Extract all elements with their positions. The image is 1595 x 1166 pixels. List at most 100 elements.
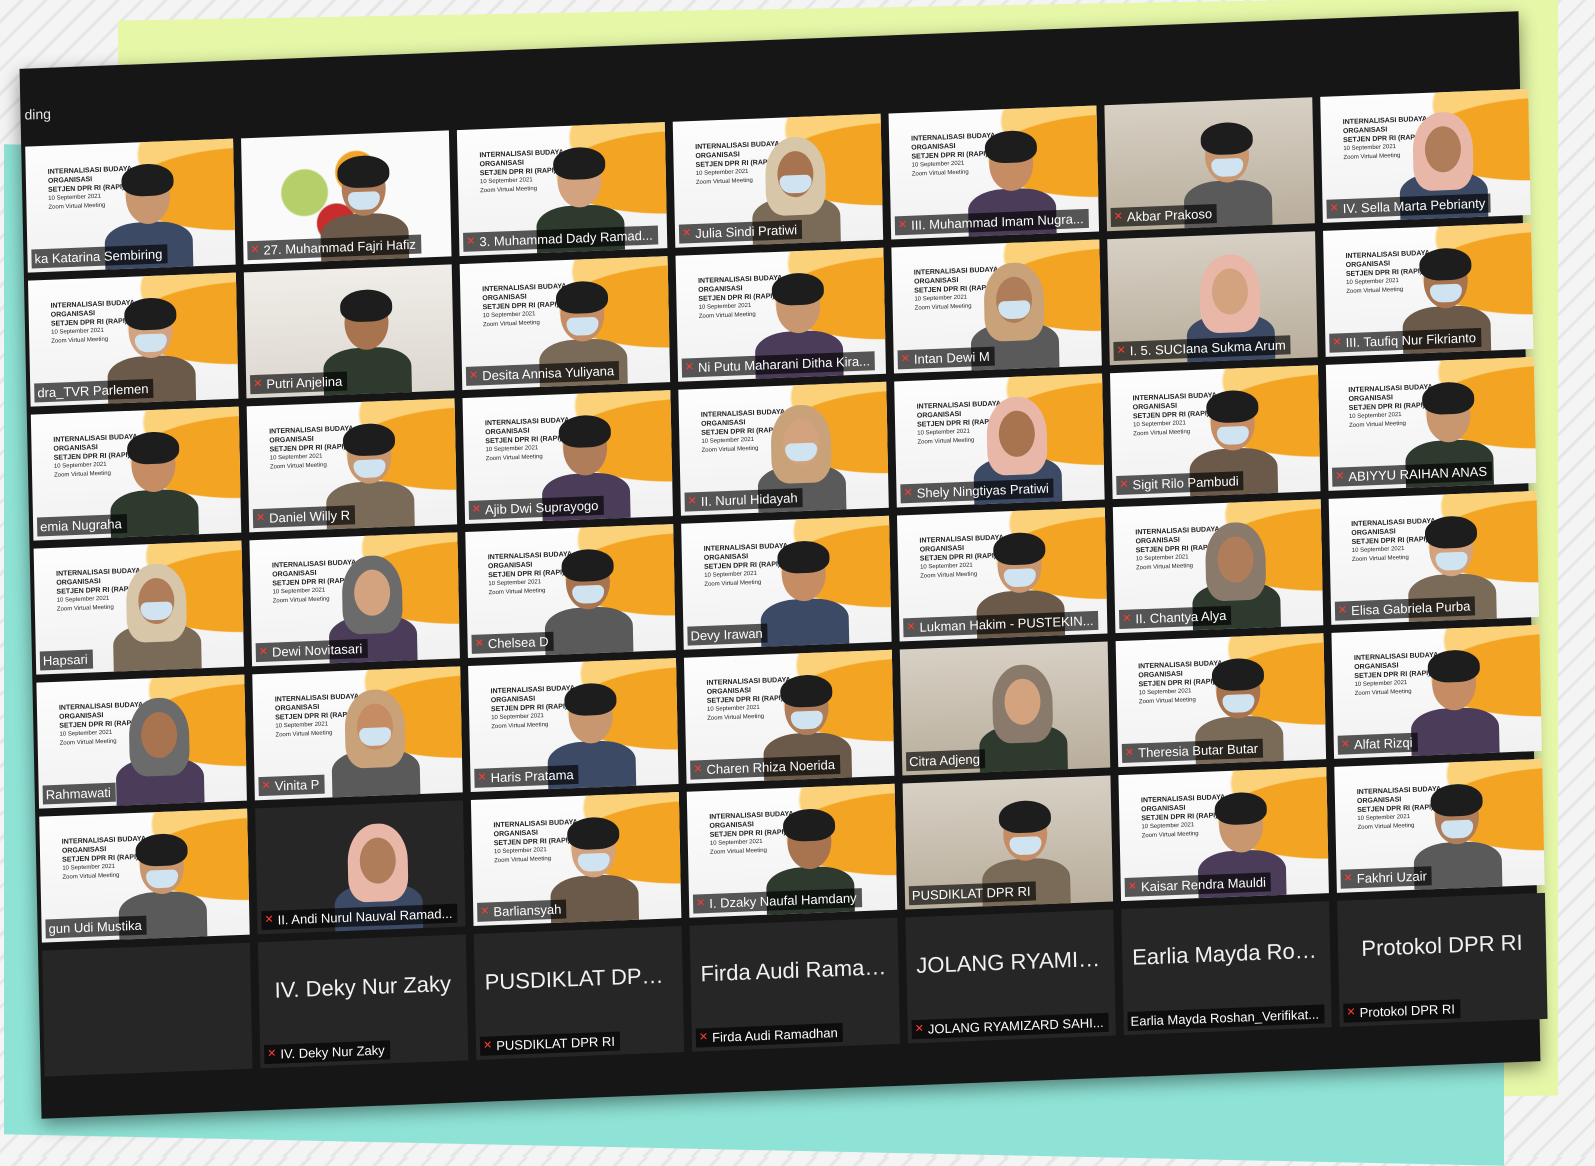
participant-name-text: Citra Adjeng — [908, 751, 981, 770]
participant-video-tile[interactable]: ✕ Putri Anjelina — [243, 264, 455, 399]
participant-name-text: 27. Muhammad Fajri Hafiz — [263, 236, 417, 258]
participant-video-tile[interactable]: INTERNALISASI BUDAYA ORGANISASI SETJEN DP… — [30, 406, 242, 541]
participant-video-tile[interactable]: INTERNALISASI BUDAYA ORGANISASI SETJEN DP… — [683, 649, 895, 784]
participant-name-text: Shely Ningtiyas Pratiwi — [916, 480, 1050, 501]
participant-video-tile[interactable]: INTERNALISASI BUDAYA ORGANISASI SETJEN DP… — [36, 674, 247, 809]
participant-name-text: I. 5. SUCIana Sukma Arum — [1129, 337, 1286, 359]
participant-video-tile[interactable]: INTERNALISASI BUDAYA ORGANISASI SETJEN DP… — [1328, 490, 1540, 625]
participant-video-tile[interactable]: INTERNALISASI BUDAYA ORGANISASI SETJEN DP… — [672, 113, 884, 248]
participant-video-tile[interactable]: INTERNALISASI BUDAYA ORGANISASI SETJEN DP… — [678, 381, 889, 516]
participant-name-text: Putri Anjelina — [266, 373, 343, 392]
participant-name-text: Desita Annisa Yuliyana — [482, 363, 615, 384]
mic-muted-icon: ✕ — [264, 913, 274, 927]
participant-name-text: Alfat Rizqi — [1353, 734, 1413, 753]
participant-video-tile[interactable]: INTERNALISASI BUDAYA ORGANISASI SETJEN DP… — [252, 666, 463, 801]
participant-video-tile[interactable]: INTERNALISASI BUDAYA ORGANISASI SETJEN DP… — [1110, 365, 1321, 500]
participant-video-tile[interactable]: INTERNALISASI BUDAYA ORGANISASI SETJEN DP… — [459, 256, 671, 391]
participant-video-tile[interactable]: INTERNALISASI BUDAYA ORGANISASI SETJEN DP… — [468, 658, 679, 793]
participant-tile-no-video[interactable]: Protokol DPR RI ✕ Protokol DPR RI — [1337, 892, 1548, 1027]
participant-video-tile[interactable]: INTERNALISASI BUDAYA ORGANISASI SETJEN DP… — [33, 540, 245, 675]
participant-name-text: Theresia Butar Butar — [1138, 740, 1259, 761]
participant-video-tile[interactable]: INTERNALISASI BUDAYA ORGANISASI SETJEN DP… — [686, 783, 898, 918]
participant-name-text: ABIYYU RAIHAN ANAS — [1348, 463, 1488, 485]
participant-name-label: ✕ Lukman Hakim - PUSTEKIN... — [903, 610, 1099, 638]
mic-muted-icon: ✕ — [468, 369, 479, 382]
participant-video-tile[interactable]: INTERNALISASI BUDAYA ORGANISASI SETJEN DP… — [39, 808, 250, 943]
participant-name-label: ✕ Chelsea D — [471, 631, 554, 654]
participant-video-tile[interactable]: INTERNALISASI BUDAYA ORGANISASI SETJEN DP… — [675, 247, 887, 382]
participant-video-tile[interactable]: INTERNALISASI BUDAYA ORGANISASI SETJEN DP… — [894, 373, 1105, 508]
participant-video-tile[interactable]: INTERNALISASI BUDAYA ORGANISASI SETJEN DP… — [891, 239, 1102, 374]
participant-name-text: Akbar Prakoso — [1126, 206, 1213, 225]
participant-video-tile[interactable]: INTERNALISASI BUDAYA ORGANISASI SETJEN DP… — [462, 390, 673, 525]
participant-video-tile[interactable]: ✕ II. Andi Nurul Nauval Ramad... — [255, 800, 466, 935]
participant-name-label: emia Nugraha — [36, 514, 127, 537]
mic-muted-icon: ✕ — [1116, 344, 1126, 357]
participant-gallery-grid: INTERNALISASI BUDAYA ORGANISASI SETJEN DP… — [21, 88, 1548, 1077]
participant-name-label: Hapsari — [39, 649, 93, 671]
participant-name-text: Sigit Rilo Pambudi — [1132, 473, 1239, 493]
participant-name-text: Vinita P — [274, 776, 320, 794]
participant-video-tile[interactable]: INTERNALISASI BUDAYA ORGANISASI SETJEN DP… — [1118, 767, 1329, 902]
participant-name-label: ✕ Fakhri Uzair — [1340, 866, 1433, 889]
participant-video-tile[interactable]: INTERNALISASI BUDAYA ORGANISASI SETJEN DP… — [1112, 499, 1324, 634]
participant-name-text: Kaisar Rendra Mauldi — [1140, 874, 1267, 895]
participant-video-tile[interactable]: INTERNALISASI BUDAYA ORGANISASI SETJEN DP… — [456, 122, 668, 257]
participant-video-tile[interactable]: INTERNALISASI BUDAYA ORGANISASI SETJEN DP… — [249, 532, 460, 667]
participant-name-text: Protokol DPR RI — [1359, 1001, 1456, 1021]
participant-video-tile[interactable]: INTERNALISASI BUDAYA ORGANISASI SETJEN DP… — [27, 272, 239, 407]
participant-name-label: ✕ Daniel Willy R — [252, 505, 356, 529]
participant-name-text: Haris Pratama — [490, 767, 574, 786]
participant-name-text: Fakhri Uzair — [1356, 868, 1428, 887]
participant-name-label: Earlia Mayda Roshan_Verifikat... — [1127, 1004, 1325, 1031]
participant-tile-no-video[interactable]: JOLANG RYAMIZ... ✕ JOLANG RYAMIZARD SAHI..… — [905, 909, 1116, 1044]
mic-muted-icon: ✕ — [253, 377, 263, 391]
participant-tile-no-video[interactable]: PUSDIKLAT DPR RI ✕ PUSDIKLAT DPR RI — [473, 926, 685, 1061]
participant-video-tile[interactable]: INTERNALISASI BUDAYA ORGANISASI SETJEN DP… — [465, 524, 676, 659]
mic-muted-icon: ✕ — [1113, 210, 1124, 223]
participant-video-tile[interactable]: INTERNALISASI BUDAYA ORGANISASI SETJEN DP… — [470, 792, 682, 927]
participant-video-person — [330, 688, 421, 801]
participant-video-tile[interactable]: Citra Adjeng — [899, 641, 1111, 776]
participant-video-tile[interactable]: INTERNALISASI BUDAYA ORGANISASI SETJEN DP… — [25, 138, 236, 273]
participant-video-tile[interactable]: INTERNALISASI BUDAYA ORGANISASI SETJEN DP… — [246, 398, 458, 533]
participant-name-label: Citra Adjeng — [905, 749, 986, 772]
participant-name-text: III. Taufiq Nur Fikrianto — [1345, 330, 1477, 351]
mic-muted-icon: ✕ — [693, 763, 703, 776]
mic-muted-icon: ✕ — [906, 620, 916, 634]
participant-name-text: II. Nurul Hidayah — [700, 490, 798, 509]
mic-muted-icon: ✕ — [684, 361, 695, 374]
mic-muted-icon: ✕ — [1124, 746, 1135, 759]
participant-tile-no-video[interactable]: Firda Audi Ramad... ✕ Firda Audi Ramadhan — [689, 917, 901, 1052]
participant-name-text: Firda Audi Ramadhan — [711, 1025, 838, 1045]
participant-video-tile[interactable]: INTERNALISASI BUDAYA ORGANISASI SETJEN DP… — [888, 105, 1100, 240]
participant-video-tile[interactable]: ✕ I. 5. SUCIana Sukma Arum — [1107, 231, 1318, 366]
participant-video-person — [1409, 647, 1500, 759]
participant-video-tile[interactable]: INTERNALISASI BUDAYA ORGANISASI SETJEN DP… — [1323, 222, 1534, 357]
participant-video-tile[interactable]: INTERNALISASI BUDAYA ORGANISASI SETJEN DP… — [1331, 624, 1542, 759]
participant-video-tile[interactable]: INTERNALISASI BUDAYA ORGANISASI SETJEN DP… — [1334, 758, 1545, 893]
mic-muted-icon: ✕ — [1340, 738, 1351, 751]
participant-video-tile[interactable]: ✕ 27. Muhammad Fajri Hafiz — [241, 130, 452, 265]
mic-muted-icon: ✕ — [1343, 872, 1353, 885]
participant-video-tile[interactable]: INTERNALISASI BUDAYA ORGANISASI SETJEN DP… — [1115, 633, 1327, 768]
participant-name-text: Chelsea D — [487, 633, 549, 652]
participant-video-tile[interactable]: INTERNALISASI BUDAYA ORGANISASI SETJEN DP… — [896, 507, 1108, 642]
mic-muted-icon: ✕ — [1119, 478, 1129, 491]
participant-video-tile[interactable]: INTERNALISASI BUDAYA ORGANISASI SETJEN DP… — [681, 515, 892, 650]
participant-tile-no-video[interactable]: IV. Deky Nur Zaky ✕ IV. Deky Nur Zaky — [257, 934, 469, 1069]
participant-tile-no-video[interactable]: Earlia Mayda Ros... Earlia Mayda Roshan_V… — [1121, 901, 1332, 1036]
mic-muted-icon: ✕ — [1332, 336, 1342, 349]
participant-name-text: dra_TVR Parlemen — [37, 381, 149, 401]
mic-muted-icon: ✕ — [1335, 470, 1345, 483]
participant-video-tile[interactable]: INTERNALISASI BUDAYA ORGANISASI SETJEN DP… — [1325, 356, 1537, 491]
participant-video-tile[interactable]: ✕ Akbar Prakoso — [1104, 97, 1315, 232]
participant-tile-no-video[interactable] — [42, 942, 253, 1077]
participant-video-tile[interactable]: PUSDIKLAT DPR RI — [902, 775, 1114, 910]
mic-muted-icon: ✕ — [474, 637, 484, 650]
participant-name-text: IV. Deky Nur Zaky — [280, 1042, 385, 1062]
participant-video-tile[interactable]: INTERNALISASI BUDAYA ORGANISASI SETJEN DP… — [1320, 88, 1531, 223]
participant-video-person — [543, 546, 634, 659]
mic-muted-icon: ✕ — [255, 511, 266, 525]
mic-muted-icon: ✕ — [471, 503, 482, 516]
